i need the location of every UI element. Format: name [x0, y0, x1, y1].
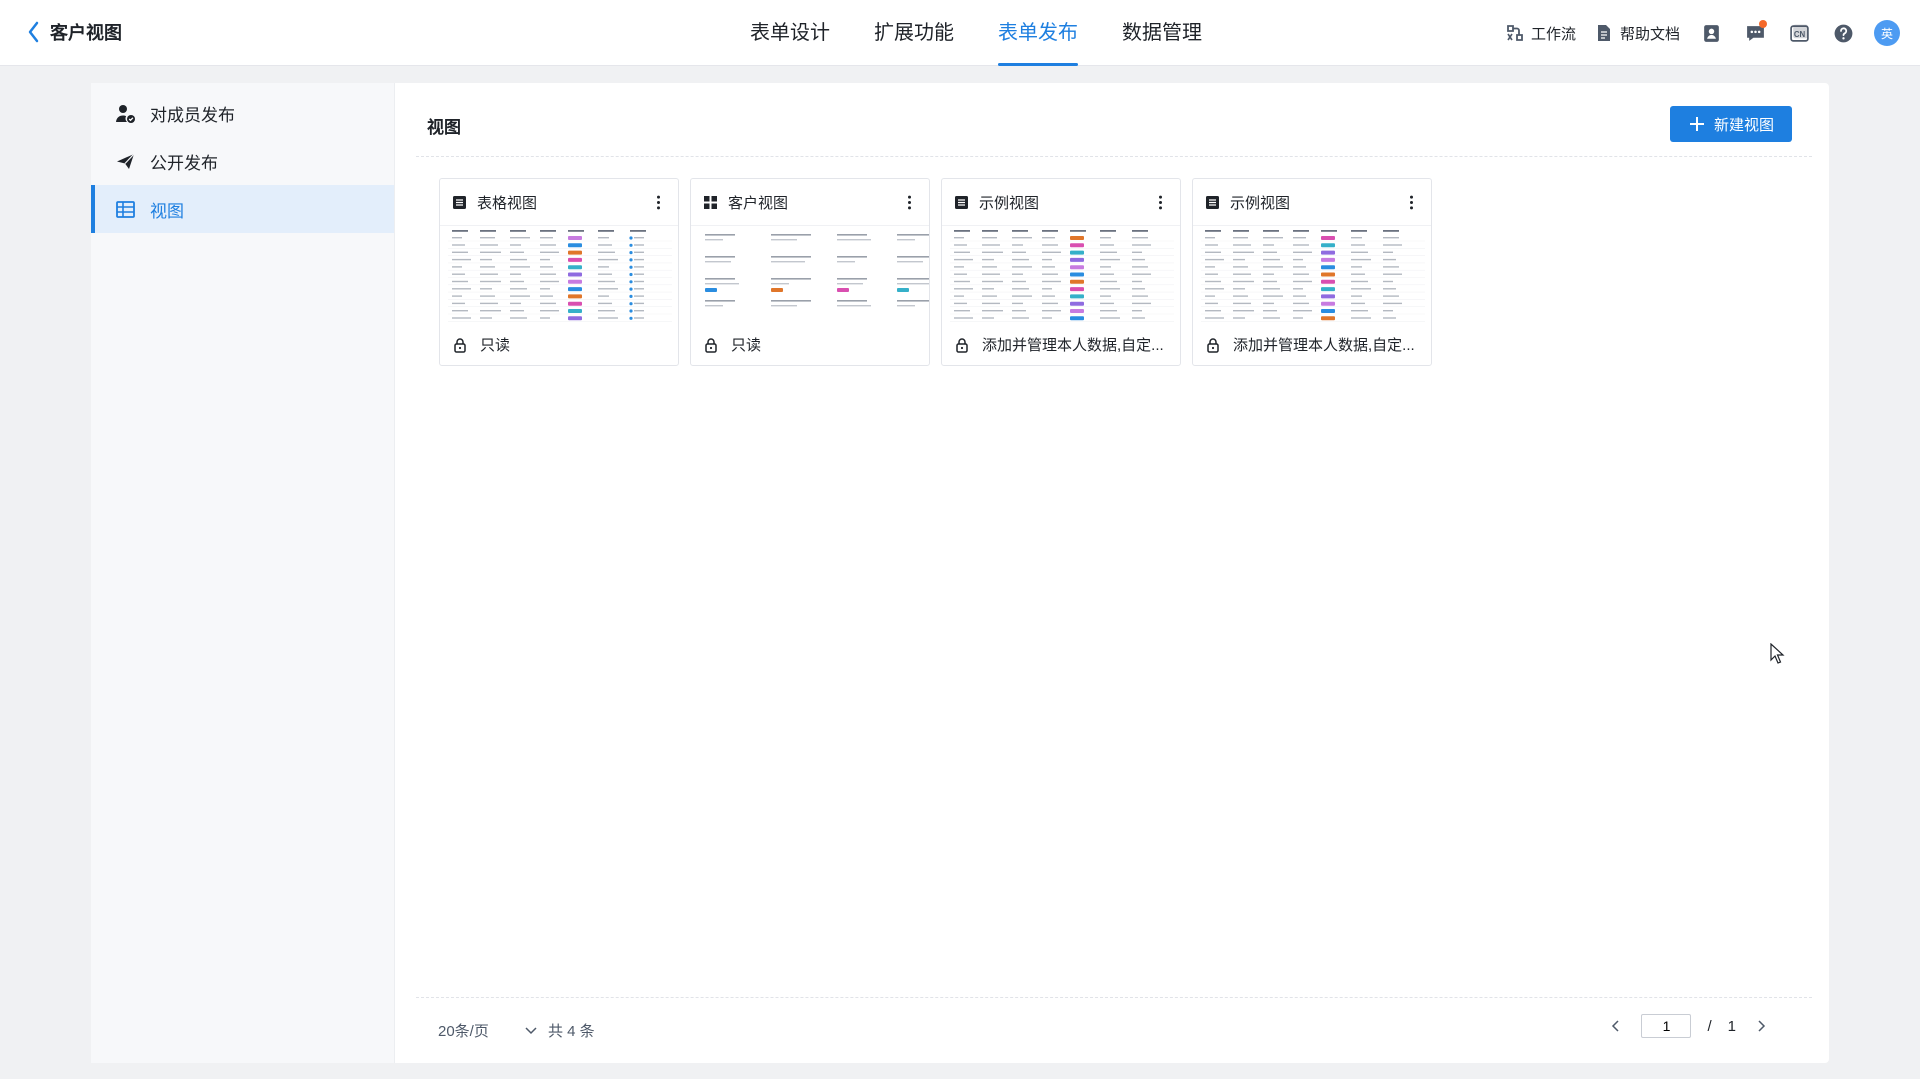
- chevron-left-icon: [28, 21, 39, 43]
- header-tools: 工作流 帮助文档 CN 英: [1505, 18, 1900, 48]
- view-permission: 只读: [731, 337, 762, 354]
- view-card-title: 示例视图: [979, 194, 1040, 212]
- page-size-value: 20条/页: [438, 1023, 489, 1040]
- chevron-left-icon: [1612, 1020, 1620, 1032]
- view-card-title: 表格视图: [477, 194, 538, 212]
- help-docs-button[interactable]: 帮助文档: [1594, 18, 1680, 48]
- lock-icon: [1207, 337, 1219, 353]
- total-pages: 1: [1727, 1017, 1736, 1035]
- view-card[interactable]: 表格视图 只读: [439, 178, 679, 366]
- view-card-title: 示例视图: [1230, 194, 1291, 212]
- view-card-list: 表格视图 只读 客户视图 只读 示例视图 添加并管理本人数据,自定... 示例视…: [439, 178, 1432, 366]
- help-docs-label: 帮助文档: [1619, 25, 1680, 43]
- tab-extensions[interactable]: 扩展功能: [852, 0, 976, 66]
- view-card[interactable]: 客户视图 只读: [690, 178, 930, 366]
- app-title: 客户视图: [50, 23, 122, 43]
- pager: / 1: [1605, 1014, 1772, 1038]
- page-number-input[interactable]: [1641, 1014, 1692, 1038]
- sidebar-item-public-publish[interactable]: 公开发布: [91, 137, 394, 185]
- view-permission: 添加并管理本人数据,自定...: [982, 337, 1164, 354]
- chevron-right-icon: [1758, 1020, 1766, 1032]
- sidebar-item-label: 公开发布: [150, 153, 218, 173]
- content-area: 视图 新建视图 表格视图 只读 客户视图 只读 示例视图 添加并管理本人数据,自…: [416, 83, 1812, 1063]
- workflow-label: 工作流: [1530, 25, 1576, 43]
- chevron-down-icon: [525, 1026, 537, 1034]
- view-thumbnail: [1193, 225, 1431, 325]
- main-tabs: 表单设计 扩展功能 表单发布 数据管理: [728, 0, 1224, 66]
- card-grid-icon: [704, 195, 717, 209]
- view-permission: 添加并管理本人数据,自定...: [1233, 337, 1415, 354]
- workflow-button[interactable]: 工作流: [1505, 18, 1576, 48]
- lock-icon: [705, 337, 717, 353]
- document-icon: [1597, 25, 1610, 41]
- help-button[interactable]: [1830, 20, 1856, 46]
- total-count: 共 4 条: [548, 1023, 595, 1040]
- list-icon: [955, 195, 968, 209]
- new-view-button[interactable]: 新建视图: [1669, 106, 1792, 142]
- workflow-icon: [1507, 25, 1523, 41]
- sidebar-item-views[interactable]: 视图: [91, 185, 394, 233]
- pagination-bar: 20条/页 共 4 条 / 1: [416, 997, 1812, 1063]
- sidebar-item-member-publish[interactable]: 对成员发布: [91, 89, 394, 137]
- more-options-icon[interactable]: [1403, 192, 1419, 212]
- next-page-button[interactable]: [1752, 1014, 1772, 1038]
- content-header: 视图 新建视图: [416, 83, 1812, 157]
- member-publish-icon: [116, 104, 135, 123]
- page-size-select[interactable]: 20条/页: [438, 1020, 537, 1041]
- sidebar-item-label: 对成员发布: [150, 105, 235, 125]
- table-grid-icon: [116, 200, 135, 218]
- plus-icon: [1689, 117, 1704, 131]
- sidebar: 对成员发布 公开发布 视图: [91, 83, 395, 1063]
- more-options-icon[interactable]: [901, 192, 917, 212]
- main-panel: 对成员发布 公开发布 视图 视图 新建视图 表格视图 只读 客户视图 只读 示例…: [91, 83, 1829, 1063]
- svg-text:CN: CN: [1793, 30, 1805, 39]
- lock-icon: [956, 337, 968, 353]
- question-icon: [1834, 24, 1852, 42]
- new-view-label: 新建视图: [1713, 116, 1774, 134]
- paper-plane-icon: [117, 153, 135, 169]
- page-separator: /: [1707, 1017, 1712, 1035]
- contact-card-icon: [1703, 24, 1719, 42]
- sidebar-item-label: 视图: [150, 201, 184, 221]
- back-button[interactable]: 客户视图: [24, 18, 122, 46]
- language-icon: CN: [1789, 24, 1809, 42]
- top-bar: 客户视图 表单设计 扩展功能 表单发布 数据管理 工作流 帮助文档 CN 英: [0, 0, 1920, 66]
- more-options-icon[interactable]: [650, 192, 666, 212]
- tab-form-publish[interactable]: 表单发布: [976, 0, 1100, 66]
- notification-dot: [1759, 20, 1767, 28]
- view-thumbnail: [691, 225, 929, 325]
- tab-form-design[interactable]: 表单设计: [728, 0, 852, 66]
- view-thumbnail: [942, 225, 1180, 325]
- tab-data-management[interactable]: 数据管理: [1100, 0, 1224, 66]
- mouse-cursor-icon: [1770, 643, 1785, 664]
- list-icon: [453, 195, 466, 209]
- view-card[interactable]: 示例视图 添加并管理本人数据,自定...: [941, 178, 1181, 366]
- view-thumbnail: [440, 225, 678, 325]
- contacts-button[interactable]: [1698, 20, 1724, 46]
- avatar[interactable]: 英: [1874, 20, 1900, 46]
- lock-icon: [454, 337, 466, 353]
- prev-page-button[interactable]: [1605, 1014, 1625, 1038]
- messages-button[interactable]: [1742, 20, 1768, 46]
- view-card[interactable]: 示例视图 添加并管理本人数据,自定...: [1192, 178, 1432, 366]
- more-options-icon[interactable]: [1152, 192, 1168, 212]
- language-button[interactable]: CN: [1786, 20, 1812, 46]
- view-card-title: 客户视图: [728, 194, 789, 212]
- view-permission: 只读: [480, 337, 511, 354]
- page-title: 视图: [427, 118, 461, 137]
- list-icon: [1206, 195, 1219, 209]
